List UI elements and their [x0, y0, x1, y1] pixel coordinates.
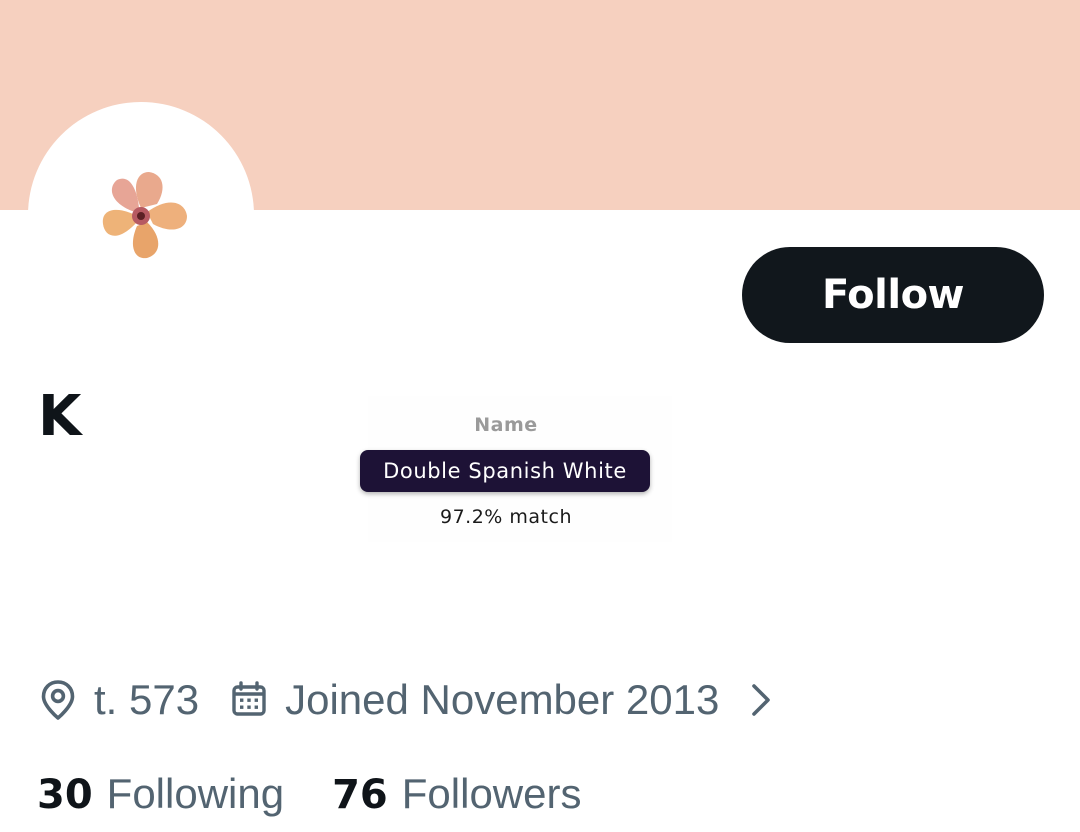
- follow-button[interactable]: Follow: [742, 247, 1044, 343]
- color-match-percent: 97.2% match: [440, 506, 572, 528]
- location-text: t. 573: [94, 676, 200, 723]
- following-link[interactable]: 30 Following: [37, 770, 284, 818]
- followers-count: 76: [332, 772, 388, 818]
- followers-label: Followers: [401, 770, 582, 817]
- following-count: 30: [37, 772, 93, 818]
- chevron-right-icon[interactable]: [749, 682, 773, 718]
- color-name-overlay: Name Double Spanish White 97.2% match: [360, 396, 672, 542]
- profile-meta: t. 573 Joined November 2013: [38, 672, 773, 728]
- calendar-icon: [229, 680, 269, 720]
- avatar[interactable]: [28, 102, 254, 328]
- following-label: Following: [106, 770, 285, 817]
- display-name: K: [38, 384, 82, 449]
- map-pin-icon: [38, 678, 78, 722]
- hibiscus-flower-icon: [102, 172, 187, 259]
- joined-date: Joined November 2013: [285, 676, 720, 723]
- follow-stats: 30 Following 76 Followers: [37, 766, 581, 822]
- profile-page: Follow K Name Double Spanish White 97.2%…: [0, 0, 1080, 832]
- color-name-label: Name: [474, 414, 538, 436]
- color-name-tag: Double Spanish White: [360, 450, 650, 492]
- followers-link[interactable]: 76 Followers: [332, 770, 581, 818]
